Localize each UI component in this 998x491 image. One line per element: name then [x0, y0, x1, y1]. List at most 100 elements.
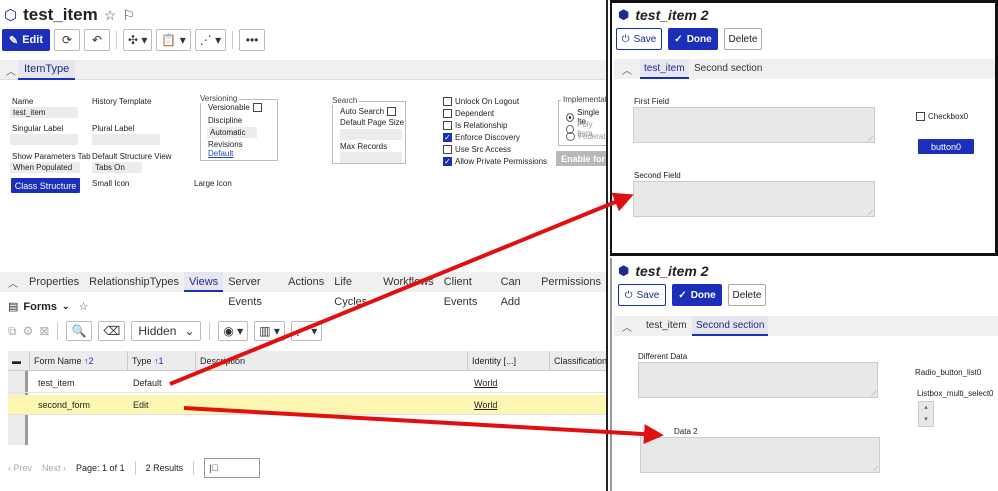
prev-page-button[interactable]: ‹ Prev: [8, 463, 32, 473]
select-all-icon[interactable]: ▬: [8, 351, 30, 371]
share-menu-button[interactable]: ⋰ ▾: [290, 321, 323, 341]
chevron-down-icon[interactable]: ⌄: [62, 301, 70, 312]
impl-option-federated[interactable]: Federate: [566, 132, 606, 141]
large-icon-label: Large Icon: [194, 179, 232, 188]
tab-actions[interactable]: Actions: [283, 272, 329, 292]
structure-menu-button[interactable]: ✣ ▾: [123, 29, 153, 51]
different-data-textarea[interactable]: [638, 362, 878, 399]
tab-server-events[interactable]: Server Events: [223, 272, 283, 308]
flag-row: Dependent: [443, 109, 494, 118]
chevron-up-icon[interactable]: ︿: [8, 275, 18, 290]
radio-unselected[interactable]: [566, 132, 575, 141]
enable-for-button[interactable]: Enable for S: [556, 151, 606, 166]
toolbar-divider: [209, 322, 211, 340]
default-structure-field[interactable]: Tabs On: [92, 162, 142, 173]
next-page-button[interactable]: Next ›: [42, 463, 66, 473]
save-button[interactable]: ⏻ Save: [618, 284, 666, 306]
clear-search-button[interactable]: ⌫: [98, 321, 126, 341]
col-description[interactable]: Description: [196, 351, 468, 371]
clipboard-menu-button[interactable]: 📋 ▾: [156, 29, 191, 51]
done-button[interactable]: ✓ Done: [668, 28, 718, 50]
versionable-checkbox[interactable]: [252, 103, 262, 112]
listbox-label: Listbox_multi_select0: [917, 389, 994, 398]
col-identity[interactable]: Identity [...]: [468, 351, 550, 371]
view-menu-button[interactable]: ◉ ▾: [218, 321, 249, 341]
flag-label: Unlock On Logout: [455, 97, 520, 106]
plural-label-field[interactable]: [92, 134, 160, 145]
table-row[interactable]: second_form Edit World: [8, 395, 606, 415]
tab-life-cycles[interactable]: Life Cycles: [329, 272, 378, 308]
max-records-field[interactable]: [340, 152, 402, 163]
implementation-title: Implementatio: [561, 95, 606, 104]
first-field-textarea[interactable]: [633, 107, 875, 144]
flag-icon[interactable]: ⚐: [122, 7, 135, 24]
different-data-label: Different Data: [638, 352, 688, 361]
first-field-label: First Field: [634, 97, 670, 106]
class-structure-button[interactable]: Class Structure: [11, 178, 80, 193]
chevron-up-icon[interactable]: ︿: [6, 63, 16, 78]
chevron-up-icon[interactable]: ︿: [622, 319, 632, 334]
checkbox-unchecked[interactable]: [443, 109, 452, 118]
auto-search-checkbox[interactable]: [387, 107, 397, 116]
refresh-button[interactable]: ⟳: [54, 29, 80, 51]
default-page-size-field[interactable]: [340, 129, 402, 140]
search-button[interactable]: 🔍: [66, 321, 93, 341]
share-icon: ⋰ ▾: [199, 33, 222, 47]
chevron-up-icon[interactable]: ︿: [622, 62, 632, 77]
new-form-icon[interactable]: ⧉: [8, 324, 17, 339]
col-classification[interactable]: Classification: [550, 351, 606, 371]
checkbox-unchecked[interactable]: [443, 121, 452, 130]
discipline-field[interactable]: Automatic: [207, 127, 257, 138]
cell-identity-link[interactable]: World: [470, 395, 497, 415]
more-button[interactable]: •••: [239, 29, 266, 51]
settings-gear-icon[interactable]: ⚙: [23, 324, 34, 338]
undo-button[interactable]: ↶: [84, 29, 110, 51]
page-size-input[interactable]: |⃞: [204, 458, 261, 478]
checkbox-unchecked[interactable]: [443, 145, 452, 154]
star-icon[interactable]: ☆: [79, 300, 89, 313]
tab-second-section[interactable]: Second section: [692, 316, 769, 336]
edit-button[interactable]: ✎ Edit: [2, 29, 50, 51]
star-icon[interactable]: ☆: [104, 7, 117, 24]
delete-button[interactable]: Delete: [724, 28, 762, 50]
show-params-label: Show Parameters Tab: [12, 152, 91, 161]
show-params-field[interactable]: When Populated: [10, 162, 80, 173]
tab-workflows[interactable]: Workflows: [378, 272, 439, 292]
tab-relationshiptypes[interactable]: RelationshipTypes: [84, 272, 184, 292]
delete-button[interactable]: Delete: [728, 284, 766, 306]
singular-label-label: Singular Label: [12, 124, 64, 133]
done-button[interactable]: ✓ Done: [672, 284, 722, 306]
tab-test-item[interactable]: test_item: [642, 316, 691, 336]
tab-itemtype[interactable]: ItemType: [18, 60, 76, 80]
tab-views[interactable]: Views: [184, 272, 224, 292]
tab-can-add[interactable]: Can Add: [496, 272, 537, 308]
revisions-link[interactable]: Default: [208, 149, 233, 158]
checkbox0[interactable]: [916, 112, 925, 121]
button0[interactable]: button0: [918, 139, 974, 154]
hidden-select[interactable]: Hidden ⌄: [131, 321, 202, 341]
second-field-textarea[interactable]: [633, 181, 875, 218]
data2-textarea[interactable]: [640, 437, 880, 474]
tab-properties[interactable]: Properties: [24, 272, 84, 292]
pane-title: test_item 2: [635, 7, 709, 23]
tab-client-events[interactable]: Client Events: [439, 272, 496, 308]
table-row[interactable]: test_item Default World: [8, 373, 606, 393]
flag-label: Enforce Discovery: [455, 133, 520, 142]
delete-form-icon[interactable]: ⊠: [39, 324, 49, 338]
col-form-name[interactable]: Form Name ↑2: [30, 351, 128, 371]
tab-second-section[interactable]: Second section: [690, 59, 766, 79]
checkbox-checked[interactable]: ✓: [443, 133, 452, 142]
checkbox-unchecked[interactable]: [443, 97, 452, 106]
share-menu-button[interactable]: ⋰ ▾: [194, 29, 227, 51]
pager: ‹ Prev Next › Page: 1 of 1 2 Results |⃞: [8, 458, 261, 478]
tab-test-item[interactable]: test_item: [640, 59, 689, 79]
name-field[interactable]: test_item: [10, 107, 78, 118]
col-type[interactable]: Type ↑1: [128, 351, 196, 371]
listbox-control[interactable]: ▴ ▾: [918, 401, 934, 427]
cell-identity-link[interactable]: World: [470, 373, 497, 393]
singular-label-field[interactable]: [10, 134, 78, 145]
layout-menu-button[interactable]: ▥ ▾: [254, 321, 285, 341]
checkbox-checked[interactable]: ✓: [443, 157, 452, 166]
save-button[interactable]: ⏻ Save: [616, 28, 662, 50]
tab-permissions[interactable]: Permissions: [536, 272, 606, 292]
